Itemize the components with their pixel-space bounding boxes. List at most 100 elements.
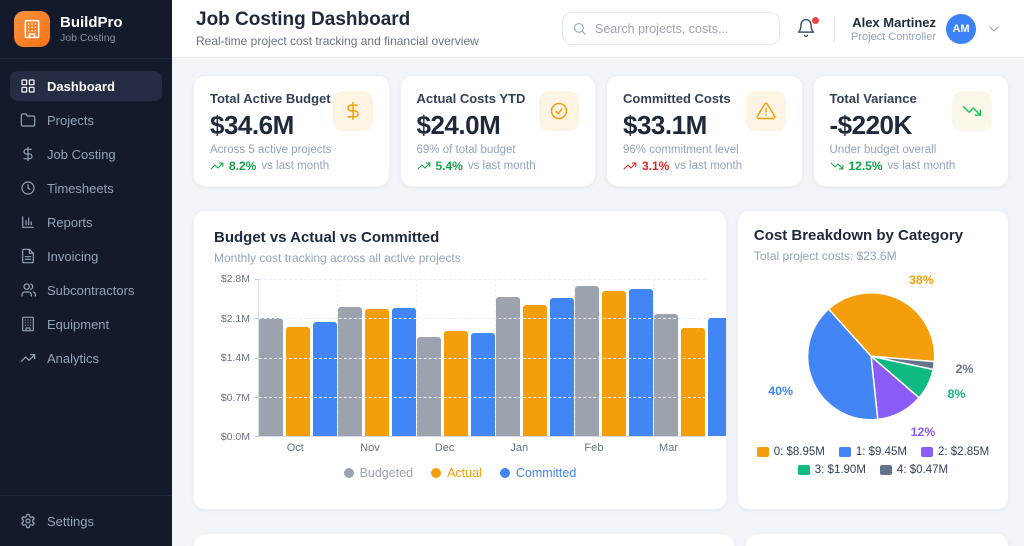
notifications-button[interactable] bbox=[796, 16, 820, 42]
pie-legend-item-1: 1: $9.45M bbox=[838, 445, 907, 458]
x-tick-label: Feb bbox=[584, 442, 604, 454]
search-box bbox=[562, 12, 781, 45]
kpi-trend-label: vs last month bbox=[261, 160, 330, 172]
sidebar-item-job-costing[interactable]: Job Costing bbox=[10, 139, 162, 169]
kpi-subtitle: Under budget overall bbox=[829, 144, 937, 156]
main-area: Job Costing Dashboard Real-time project … bbox=[172, 0, 1024, 546]
kpi-info: Actual Costs YTD $24.0M 69% of total budge… bbox=[417, 91, 526, 156]
building-icon bbox=[20, 316, 36, 332]
partial-card-right bbox=[745, 533, 1009, 546]
avatar[interactable]: AM bbox=[946, 13, 976, 44]
sidebar-nav: Dashboard Projects Job Costing Timesheets Re… bbox=[0, 59, 172, 495]
sidebar-footer: Settings bbox=[0, 495, 172, 546]
user-name: Alex Martinez bbox=[852, 14, 936, 30]
pie-legend-item-0: 0: $8.95M bbox=[756, 446, 825, 458]
clock-icon bbox=[20, 180, 36, 196]
sidebar-item-projects[interactable]: Projects bbox=[10, 105, 162, 135]
trend-up-icon bbox=[417, 159, 431, 173]
page-title: Job Costing Dashboard bbox=[196, 9, 411, 30]
kpi-info: Total Variance -$220K Under budget overall bbox=[830, 91, 937, 156]
x-tick-label: Oct bbox=[286, 442, 304, 454]
bar-feb-committed bbox=[629, 288, 653, 436]
pie-chart: 38% 2% 8% 12% 40% bbox=[754, 267, 992, 444]
kpi-title: Total Variance bbox=[829, 91, 917, 106]
header-divider bbox=[834, 15, 836, 42]
sidebar-item-label: Reports bbox=[47, 214, 93, 230]
app-root: BuildPro Job Costing Dashboard Projects Jo… bbox=[0, 0, 1024, 546]
gridline bbox=[259, 396, 706, 398]
kpi-trend-label: vs last month bbox=[887, 160, 956, 172]
pie-legend-swatch bbox=[838, 446, 851, 457]
sidebar-item-label: Analytics bbox=[47, 350, 100, 366]
kpi-value: $33.1M bbox=[623, 110, 707, 140]
chevron-down-icon[interactable] bbox=[986, 21, 1002, 37]
page-heading: Job Costing Dashboard Real-time project … bbox=[196, 9, 479, 48]
pie-legend-row: 0: $8.95M 1: $9.45M 2: $2.85M bbox=[754, 446, 992, 458]
sidebar-item-analytics[interactable]: Analytics bbox=[10, 343, 162, 373]
bar-oct-committed bbox=[313, 321, 337, 436]
pie-slice-label-1: 40% bbox=[768, 384, 793, 398]
gridline bbox=[259, 279, 706, 280]
kpi-title: Actual Costs YTD bbox=[416, 91, 526, 106]
user-menu[interactable]: Alex Martinez Project Controller AM bbox=[851, 13, 1002, 44]
sidebar-item-settings[interactable]: Settings bbox=[10, 506, 162, 536]
kpi-title: Total Active Budget bbox=[210, 91, 331, 106]
gridline bbox=[259, 318, 706, 320]
folder-icon bbox=[20, 112, 36, 128]
buildpro-logo-icon bbox=[14, 11, 50, 47]
sidebar-item-label: Equipment bbox=[47, 316, 110, 332]
kpi-title: Committed Costs bbox=[623, 91, 731, 106]
legend-label: Actual bbox=[447, 466, 482, 480]
pie-legend-swatch bbox=[921, 446, 933, 457]
pie-legend-label: 4: $0.47M bbox=[896, 463, 949, 476]
sidebar-item-label: Settings bbox=[47, 513, 94, 529]
y-tickmark bbox=[255, 436, 259, 437]
bar-chart-x-axis: Oct Nov Dec Jan Feb Mar bbox=[258, 442, 706, 454]
bar-chart-legend: Budgeted Actual Committed bbox=[214, 466, 706, 480]
trend-up-icon bbox=[623, 159, 637, 173]
dollar-icon bbox=[20, 146, 36, 162]
kpi-card-total-active-budget: Total Active Budget $34.6M Across 5 active… bbox=[193, 75, 390, 187]
search-input[interactable] bbox=[562, 12, 781, 45]
kpi-info: Committed Costs $33.1M 96% commitment leve… bbox=[623, 91, 739, 156]
alert-triangle-icon bbox=[745, 91, 786, 131]
pie-legend-label: 3: $1.90M bbox=[814, 463, 866, 476]
pie-legend-label: 2: $2.85M bbox=[938, 445, 990, 458]
app-title-block: BuildPro Job Costing bbox=[60, 14, 123, 44]
sidebar-item-timesheets[interactable]: Timesheets bbox=[10, 173, 162, 203]
sidebar-item-dashboard[interactable]: Dashboard bbox=[10, 71, 162, 101]
bar-feb-actual bbox=[602, 291, 626, 436]
gear-icon bbox=[20, 513, 36, 529]
y-tick-label: $0.0M bbox=[220, 431, 250, 443]
app-name: BuildPro bbox=[60, 14, 123, 31]
pie-chart-card: Cost Breakdown by Category Total project… bbox=[736, 210, 1009, 510]
y-tick-label: $2.8M bbox=[220, 273, 250, 285]
y-tickmark bbox=[255, 396, 259, 398]
pie-slice-label-4: 2% bbox=[955, 362, 973, 376]
bar-chart-icon bbox=[20, 214, 36, 230]
kpi-trend-pct: 3.1% bbox=[642, 159, 670, 173]
y-tickmark bbox=[255, 318, 259, 320]
kpi-value: $34.6M bbox=[210, 110, 294, 140]
sidebar-item-reports[interactable]: Reports bbox=[10, 207, 162, 237]
file-text-icon bbox=[20, 248, 36, 264]
sidebar-item-invoicing[interactable]: Invoicing bbox=[10, 241, 162, 271]
sidebar-item-subcontractors[interactable]: Subcontractors bbox=[10, 275, 162, 305]
bar-nov-actual bbox=[365, 309, 389, 436]
pie-legend-item-3: 3: $1.90M bbox=[797, 463, 866, 476]
kpi-trend-pct: 12.5% bbox=[848, 159, 883, 173]
kpi-card-committed-costs: Committed Costs $33.1M 96% commitment leve… bbox=[606, 75, 803, 187]
x-tick-label: Jan bbox=[510, 442, 529, 454]
pie-legend-label: 1: $9.45M bbox=[855, 445, 907, 458]
kpi-trend-label: vs last month bbox=[674, 160, 743, 172]
bell-icon bbox=[796, 18, 816, 42]
y-tickmark bbox=[255, 279, 259, 280]
sidebar-item-equipment[interactable]: Equipment bbox=[10, 309, 162, 339]
pie-chart-title: Cost Breakdown by Category bbox=[753, 227, 964, 244]
sidebar-item-label: Dashboard bbox=[47, 78, 115, 94]
kpi-top: Total Variance -$220K Under budget overall bbox=[830, 91, 992, 156]
page-subtitle: Real-time project cost tracking and fina… bbox=[196, 34, 479, 48]
pie-legend-swatch bbox=[879, 464, 892, 475]
bar-mar-committed bbox=[708, 318, 726, 436]
x-tick-label: Nov bbox=[360, 442, 380, 454]
